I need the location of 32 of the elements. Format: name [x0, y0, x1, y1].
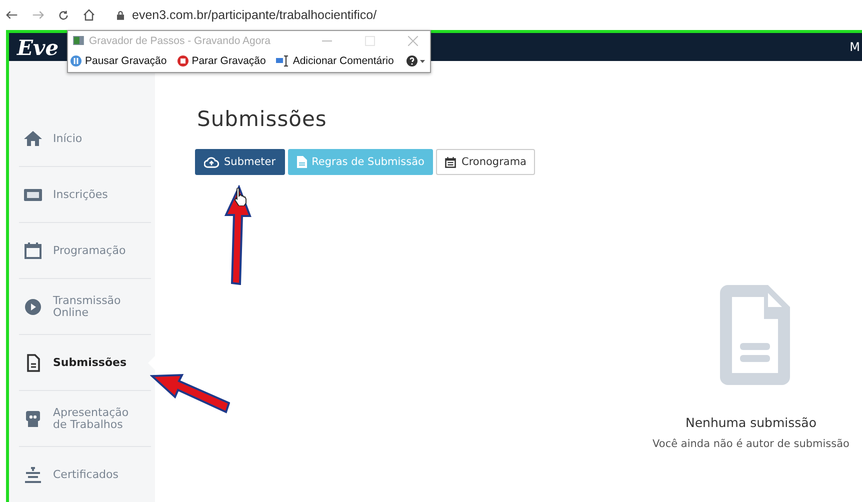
calendar-icon	[445, 156, 456, 168]
calendar-icon	[23, 240, 43, 260]
hand-cursor-icon	[233, 188, 247, 206]
help-button[interactable]	[406, 55, 426, 67]
empty-state-title: Nenhuma submissão	[686, 415, 816, 430]
comment-icon	[276, 55, 290, 67]
back-icon[interactable]	[6, 10, 18, 20]
address-bar[interactable]: even3.com.br/participante/trabalhocientifico/	[132, 8, 377, 22]
logo[interactable]: Eve	[17, 34, 59, 60]
home-icon	[23, 128, 43, 148]
action-button[interactable]: Cronograma	[436, 149, 536, 175]
toolbar-button[interactable]: Adicionar Comentário	[276, 55, 394, 67]
home-icon[interactable]	[83, 9, 95, 21]
document-icon	[296, 156, 307, 168]
page-title: Submissões	[197, 107, 328, 131]
pause-icon	[70, 55, 82, 67]
app-icon	[73, 36, 84, 45]
presenter-icon	[23, 408, 43, 428]
empty-state-message: Você ainda não é autor de submissão	[652, 438, 850, 450]
lock-icon	[117, 10, 124, 20]
list-icon	[23, 464, 43, 484]
user-menu[interactable]: M	[850, 40, 860, 54]
toolbar-button[interactable]: Pausar Gravação	[70, 55, 167, 67]
action-button[interactable]: Submeter	[195, 149, 285, 175]
help-icon	[406, 55, 426, 67]
reload-icon[interactable]	[58, 10, 69, 20]
play-icon	[23, 296, 43, 316]
toolbar-button[interactable]: Parar Gravação	[176, 55, 266, 67]
window-title: Gravador de Passos - Gravando Agora	[89, 34, 272, 46]
stop-icon	[176, 55, 189, 67]
document-icon	[720, 285, 790, 385]
cloud-upload-icon	[204, 156, 219, 168]
